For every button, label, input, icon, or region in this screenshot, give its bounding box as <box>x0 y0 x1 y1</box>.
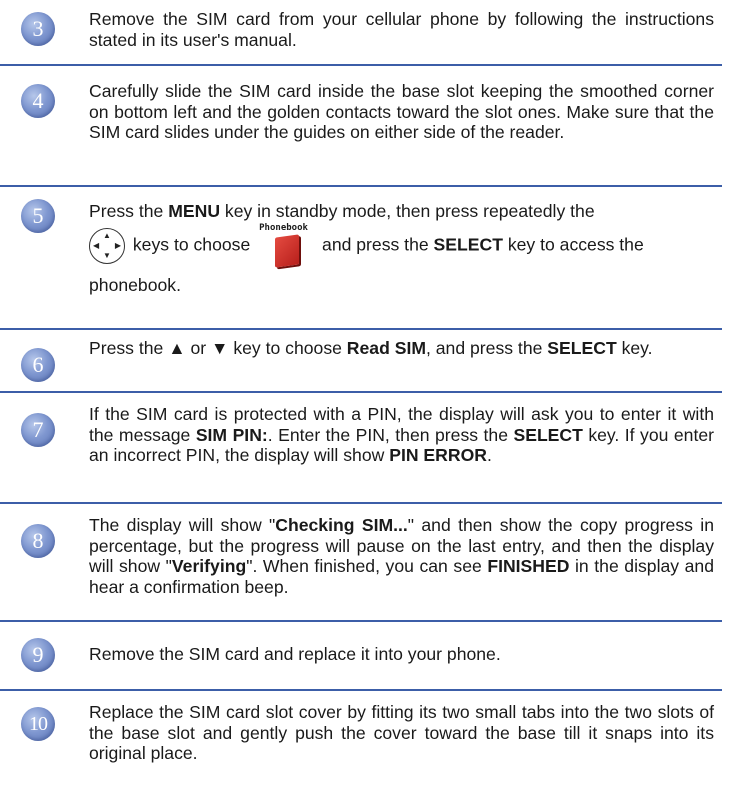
text-segment: . <box>486 445 492 466</box>
text-segment: key. <box>616 338 653 358</box>
divider <box>0 391 722 393</box>
step-number-badge: 5 <box>21 199 55 233</box>
phonebook-icon-label: Phonebook <box>259 222 308 233</box>
text-segment: Press the <box>89 201 169 221</box>
step-number-badge: 3 <box>21 12 55 46</box>
text-segment: The display will show " <box>89 515 276 535</box>
text-segment: phonebook. <box>89 274 181 295</box>
key-select: SELECT <box>513 424 583 445</box>
text-segment: ". When finished, you can see <box>246 556 488 577</box>
text-segment: and press the <box>317 234 434 255</box>
menu-read-sim: Read SIM <box>346 338 426 358</box>
phonebook-icon: Phonebook <box>255 223 317 268</box>
divider <box>0 64 722 66</box>
message-pin-error: PIN ERROR <box>389 445 487 466</box>
step-text: Carefully slide the SIM card inside the … <box>89 81 714 143</box>
key-menu: MENU <box>168 201 221 221</box>
step-text: Remove the SIM card and replace it into … <box>89 644 501 664</box>
step-number-badge: 8 <box>21 524 55 558</box>
step-number-badge: 6 <box>21 348 55 382</box>
divider <box>0 689 722 691</box>
navigation-keys-icon: ▲ ▼ ◀ ▶ <box>89 227 125 264</box>
text-segment: , and press the <box>426 338 548 358</box>
step-text: If the SIM card is protected with a PIN,… <box>89 404 714 466</box>
divider <box>0 502 722 504</box>
step-number-badge: 9 <box>21 638 55 672</box>
step-number-badge: 10 <box>21 707 55 741</box>
step-text: Press the MENU key in standby mode, then… <box>89 201 714 295</box>
message-checking-sim: Checking SIM... <box>275 515 408 535</box>
phonebook-book-shape <box>275 233 300 268</box>
text-segment: . Enter the PIN, then press the <box>267 424 514 445</box>
message-finished: FINISHED <box>487 556 570 577</box>
step-text: The display will show "Checking SIM..." … <box>89 515 714 597</box>
text-segment: key to access the <box>502 234 644 255</box>
message-sim-pin: SIM PIN: <box>195 424 268 445</box>
key-select: SELECT <box>547 338 617 358</box>
divider <box>0 620 722 622</box>
message-verifying: Verifying <box>171 556 247 577</box>
step-number-badge: 4 <box>21 84 55 118</box>
text-segment: keys to choose <box>128 234 256 255</box>
step-text: Replace the SIM card slot cover by fitti… <box>89 702 714 764</box>
step-text: Remove the SIM card from your cellular p… <box>89 9 714 50</box>
key-select: SELECT <box>433 234 503 255</box>
step-number-badge: 7 <box>21 413 55 447</box>
step-text: Press the ▲ or ▼ key to choose Read SIM,… <box>89 338 714 359</box>
divider <box>0 328 722 330</box>
text-segment: Press the ▲ or ▼ key to choose <box>89 338 347 358</box>
divider <box>0 185 722 187</box>
